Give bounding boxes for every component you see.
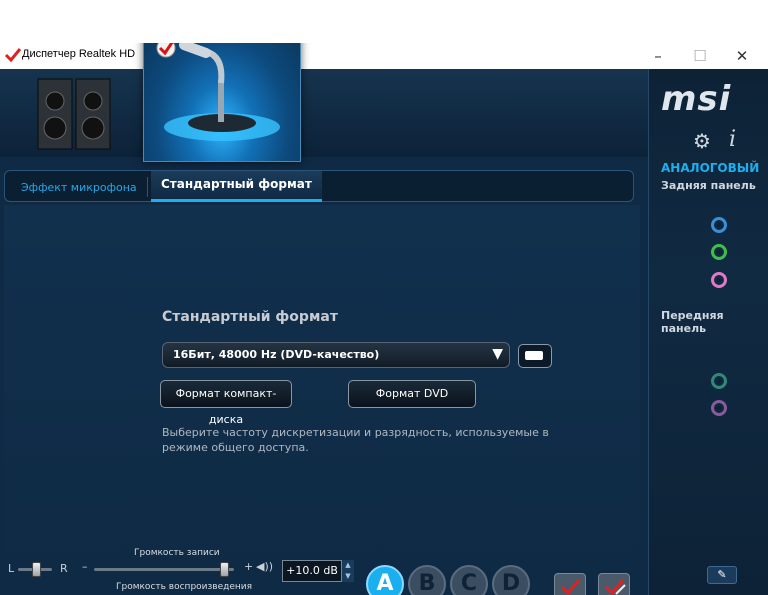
analog-label: АНАЛОГОВЫЙ [661, 161, 760, 175]
record-minus: – [82, 560, 88, 573]
maximize-button[interactable]: ☐ [680, 45, 720, 67]
app-icon [4, 48, 22, 63]
record-plus: + [244, 560, 254, 573]
title-bar: Диспетчер Realtek HD – ☐ ✕ [0, 43, 768, 70]
record-volume-track[interactable] [94, 568, 234, 571]
apply-check-button[interactable] [554, 573, 586, 595]
speaker-icon[interactable]: ◀)) [256, 560, 273, 573]
front-panel-label: Передняя панель [661, 309, 724, 335]
app-window: Диспетчер Realtek HD – ☐ ✕ msi ⚙ i АНАЛО… [0, 43, 768, 595]
front-jack-mic[interactable] [711, 400, 727, 416]
close-button[interactable]: ✕ [722, 45, 762, 67]
format-toggle-button[interactable] [518, 344, 552, 368]
tab-content: Стандартный формат 16Бит, 48000 Hz (DVD-… [4, 205, 640, 595]
msi-logo: msi [661, 79, 732, 119]
section-title: Стандартный формат [162, 309, 338, 325]
info-icon[interactable]: i [729, 127, 736, 152]
tab-default-format[interactable]: Стандартный формат [151, 171, 322, 202]
cd-format-button[interactable]: Формат компакт-диска [160, 380, 292, 426]
playback-volume-label: Громкость воспроизведения [116, 582, 253, 592]
connector-panel: msi ⚙ i АНАЛОГОВЫЙ Задняя панель Передня… [648, 69, 768, 595]
window-title: Диспетчер Realtek HD [22, 48, 136, 60]
tab-microphone-effect[interactable]: Эффект микрофона [11, 177, 148, 197]
minimize-button[interactable]: – [638, 45, 678, 67]
set-default-button[interactable] [598, 573, 630, 595]
check-pen-icon [604, 579, 626, 595]
microphone-device-tab[interactable] [143, 43, 301, 162]
db-spinner[interactable]: ▲ ▼ [342, 560, 354, 582]
rear-jack-mic-in[interactable] [711, 272, 727, 288]
db-value[interactable]: +10.0 dB [282, 560, 342, 582]
input-d-button[interactable]: D [492, 565, 530, 595]
wrench-icon[interactable]: ✎ [707, 566, 737, 584]
format-description: Выберите частоту дискретизации и разрядн… [162, 426, 549, 454]
record-volume-knob[interactable] [220, 562, 230, 577]
spin-up-icon[interactable]: ▲ [342, 560, 354, 571]
input-b-button[interactable]: B [408, 565, 446, 595]
dvd-format-button[interactable]: Формат DVD [348, 380, 476, 408]
rear-jack-line-out[interactable] [711, 244, 727, 260]
front-jack-headphone[interactable] [711, 373, 727, 389]
tab-strip: Эффект микрофона Стандартный формат [4, 170, 634, 202]
input-a-button[interactable]: A [366, 565, 404, 595]
check-icon [560, 579, 581, 595]
rear-jack-line-in[interactable] [711, 217, 727, 233]
spin-down-icon[interactable]: ▼ [342, 571, 354, 582]
gear-icon[interactable]: ⚙ [693, 129, 711, 153]
format-select[interactable]: 16Бит, 48000 Hz (DVD-качество) ▼ [162, 342, 510, 368]
rear-panel-label: Задняя панель [661, 179, 756, 192]
microphone-icon [156, 43, 280, 141]
right-channel-label: R [60, 562, 68, 575]
chevron-down-icon: ▼ [492, 346, 503, 362]
left-channel-label: L [8, 562, 15, 575]
device-header [0, 69, 648, 157]
input-c-button[interactable]: C [450, 565, 488, 595]
record-volume-label: Громкость записи [134, 548, 220, 558]
record-balance-knob[interactable] [32, 562, 41, 577]
speakers-device-tab[interactable] [36, 73, 114, 153]
format-select-value: 16Бит, 48000 Hz (DVD-качество) [173, 348, 380, 361]
